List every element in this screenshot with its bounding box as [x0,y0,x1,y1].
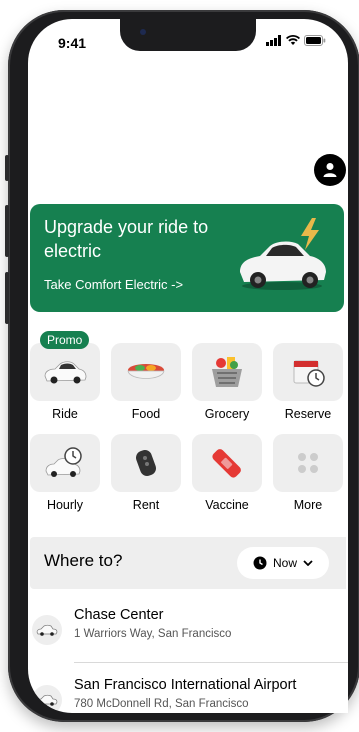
service-grocery-button[interactable] [192,343,262,401]
place-divider [74,662,348,663]
food-bowl-icon [127,364,165,379]
place-car-icon [32,685,62,713]
service-hourly-label: Hourly [46,498,84,512]
service-ride-button[interactable] [30,343,100,401]
promo-badge: Promo [40,331,90,349]
volume-down-button [5,272,9,324]
car-icon [44,361,87,384]
banner-title: Upgrade your ride to electric [44,217,209,261]
notch [120,19,256,51]
place-name: Chase Center [74,607,164,623]
where-to-search-bar[interactable]: Where to? Now [30,537,346,589]
recent-place-item[interactable]: San Francisco International Airport 780 … [28,675,348,713]
calendar-clock-icon [293,360,325,387]
recent-place-item[interactable]: Chase Center 1 Warriors Way, San Francis… [28,605,348,663]
service-food-label: Food [131,407,161,421]
service-reserve-button[interactable] [273,343,343,401]
grid-dots-icon [298,453,318,473]
service-food-button[interactable] [111,343,181,401]
camera [140,29,146,35]
place-name: San Francisco International Airport [74,677,297,693]
app-screen: 9:41 Upgrade your ride to electric Take … [28,19,348,713]
profile-avatar-button[interactable] [314,154,346,186]
electric-promo-banner[interactable]: Upgrade your ride to electric Take Comfo… [30,204,344,312]
status-time: 9:41 [58,35,87,51]
person-icon [323,163,337,177]
service-rent-button[interactable] [111,434,181,492]
mute-switch [5,155,9,181]
where-to-label: Where to? [44,551,123,570]
service-rent-label: Rent [132,498,160,512]
service-reserve-label: Reserve [284,407,332,421]
battery-icon [304,35,326,46]
wifi-icon [286,35,300,45]
volume-up-button [5,205,9,257]
place-address: 1 Warriors Way, San Francisco [74,628,232,640]
grocery-basket-icon [212,357,242,387]
place-car-icon [32,615,62,645]
car-clock-icon [45,447,82,477]
service-more-button[interactable] [273,434,343,492]
time-picker-label: Now [272,556,297,570]
white-car-image [240,241,326,290]
time-picker-button[interactable]: Now [237,547,329,579]
service-vaccine-label: Vaccine [205,498,249,512]
place-address: 780 McDonnell Rd, San Francisco [74,698,249,710]
car-key-icon [136,450,156,476]
clock-icon [253,556,267,570]
status-icons [266,35,326,46]
service-more-label: More [293,498,323,512]
service-ride-label: Ride [52,407,78,421]
chevron-down-icon [303,560,313,566]
service-hourly-button[interactable] [30,434,100,492]
bandage-icon [212,449,241,478]
service-grocery-label: Grocery [204,407,250,421]
service-vaccine-button[interactable] [192,434,262,492]
take-comfort-electric-link[interactable]: Take Comfort Electric -> [44,277,183,292]
signal-icon [266,35,281,46]
